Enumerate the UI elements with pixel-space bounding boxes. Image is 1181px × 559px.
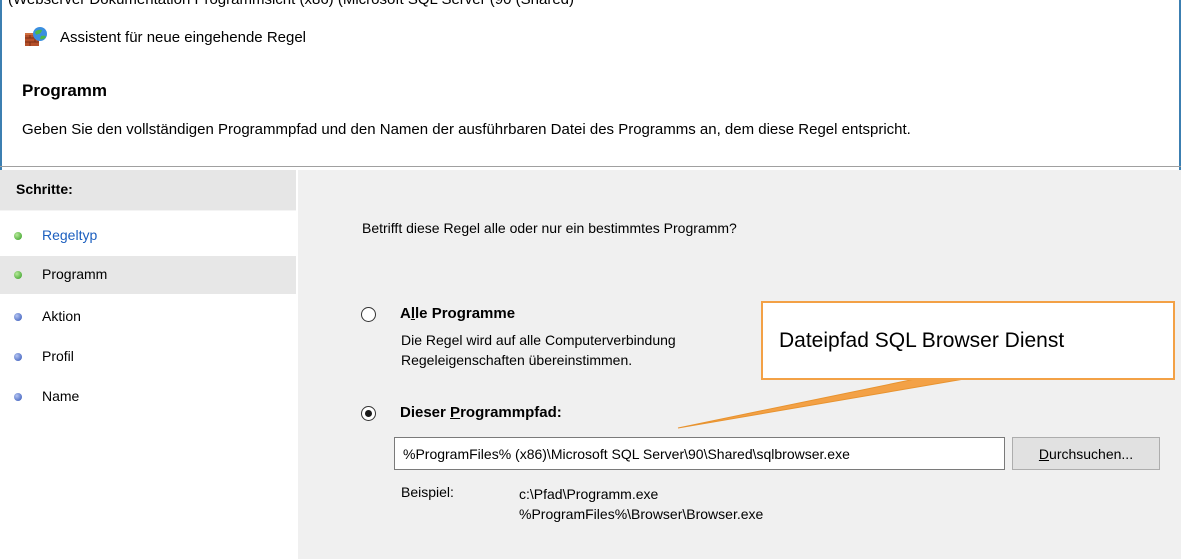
option-all-programs-label[interactable]: Alle Programme bbox=[400, 305, 515, 322]
step-label: Regeltyp bbox=[42, 227, 98, 243]
example-values: c:\Pfad\Programm.exe %ProgramFiles%\Brow… bbox=[519, 486, 764, 522]
step-programm[interactable]: Programm bbox=[0, 256, 296, 294]
step-label: Name bbox=[42, 388, 80, 404]
title-bar: Assistent für neue eingehende Regel bbox=[0, 18, 1181, 58]
option-all-programs-description: Die Regel wird auf alle Computerverbindu… bbox=[401, 332, 676, 368]
header-separator bbox=[0, 166, 1181, 167]
step-aktion: Aktion bbox=[0, 298, 296, 336]
program-path-input[interactable] bbox=[394, 437, 1005, 470]
radio-all-programs[interactable] bbox=[361, 307, 376, 322]
wizard-window: (Webserver Dokumentation Programmsicht (… bbox=[0, 0, 1181, 559]
browse-button[interactable]: Durchsuchen... bbox=[1012, 437, 1160, 470]
step-regeltyp[interactable]: Regeltyp bbox=[0, 217, 296, 255]
page-description: Geben Sie den vollständigen Programmpfad… bbox=[22, 121, 911, 138]
step-complete-icon bbox=[14, 232, 22, 240]
page-title: Programm bbox=[22, 81, 108, 100]
step-profil: Profil bbox=[0, 338, 296, 376]
steps-sidebar: Schritte: Regeltyp Programm Aktion Profi… bbox=[0, 170, 298, 559]
step-label: Programm bbox=[42, 266, 108, 282]
steps-heading: Schritte: bbox=[16, 181, 73, 197]
step-name: Name bbox=[0, 378, 296, 416]
step-pending-icon bbox=[14, 313, 22, 321]
firewall-wizard-icon bbox=[24, 26, 48, 48]
callout-text: Dateipfad SQL Browser Dienst bbox=[779, 329, 1065, 352]
cropped-top-text: (Webserver Dokumentation Programmsicht (… bbox=[8, 0, 574, 8]
window-title: Assistent für neue eingehende Regel bbox=[60, 29, 307, 46]
step-current-icon bbox=[14, 271, 22, 279]
step-pending-icon bbox=[14, 353, 22, 361]
scope-question: Betrifft diese Regel alle oder nur ein b… bbox=[362, 220, 737, 236]
callout-box: Dateipfad SQL Browser Dienst bbox=[761, 301, 1175, 380]
option-program-path-label[interactable]: Dieser Programmpfad: bbox=[400, 404, 562, 421]
steps-header: Schritte: bbox=[0, 170, 296, 211]
example-label: Beispiel: bbox=[401, 484, 454, 500]
radio-program-path[interactable] bbox=[361, 406, 376, 421]
step-label: Aktion bbox=[42, 308, 81, 324]
step-label: Profil bbox=[42, 348, 74, 364]
step-pending-icon bbox=[14, 393, 22, 401]
